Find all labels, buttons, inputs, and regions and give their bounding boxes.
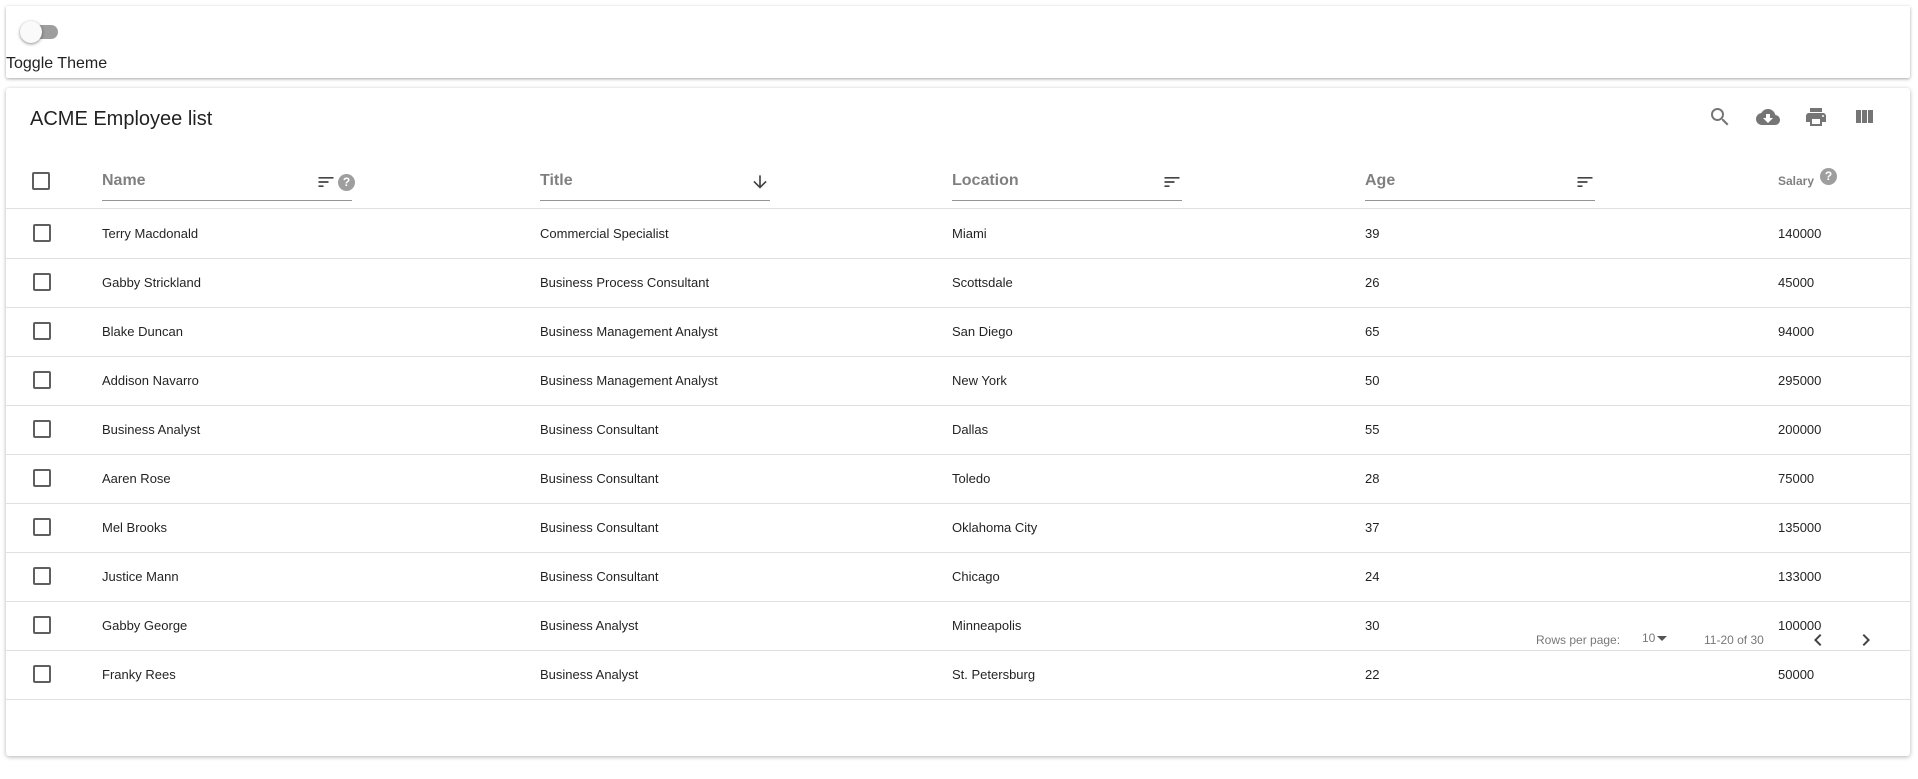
table-row[interactable]: Gabby Strickland Business Process Consult…	[6, 258, 1910, 308]
theme-toggle-switch[interactable]	[20, 20, 62, 44]
select-all-checkbox[interactable]	[32, 172, 50, 190]
header-underline	[102, 200, 352, 201]
header-underline	[540, 200, 770, 201]
row-checkbox[interactable]	[33, 224, 51, 242]
filter-list-icon[interactable]	[1162, 172, 1182, 192]
header-underline	[952, 200, 1182, 201]
chevron-left-icon	[1814, 634, 1822, 646]
cell-title: Business Consultant	[540, 569, 659, 584]
row-checkbox[interactable]	[33, 371, 51, 389]
table-row[interactable]: Terry Macdonald Commercial Specialist Miam…	[6, 209, 1910, 259]
cell-title: Business Consultant	[540, 520, 659, 535]
rows-per-page-select[interactable]: 10	[1642, 631, 1668, 645]
cell-salary: 133000	[1778, 569, 1822, 584]
cell-salary: 140000	[1778, 226, 1822, 241]
search-icon[interactable]	[1708, 105, 1732, 129]
table-row[interactable]: Business Analyst Business Consultant Dalla…	[6, 405, 1910, 455]
rows-per-page-value: 10	[1642, 631, 1656, 645]
toggle-thumb	[20, 21, 42, 43]
arrow-downward-icon[interactable]	[750, 172, 770, 192]
row-checkbox[interactable]	[33, 518, 51, 536]
cell-location: Chicago	[952, 569, 1000, 584]
column-header-label: Name	[102, 172, 146, 189]
cell-title: Commercial Specialist	[540, 226, 669, 241]
header-underline	[1365, 200, 1595, 201]
cell-location: San Diego	[952, 324, 1013, 339]
cell-name: Justice Mann	[102, 569, 179, 584]
cell-location: Toledo	[952, 471, 991, 486]
theme-bar: Toggle Theme	[6, 6, 1910, 78]
theme-toggle-label: Toggle Theme	[6, 55, 108, 72]
column-header-title[interactable]: Title	[540, 172, 770, 208]
cell-age: 24	[1365, 569, 1380, 584]
table-pagination: Rows per page: 10 11-20 of 30	[6, 610, 1910, 670]
cell-name: Addison Navarro	[102, 373, 199, 388]
previous-page-button[interactable]	[1804, 626, 1832, 654]
column-header-name[interactable]: Name ?	[102, 172, 355, 208]
rows-per-page-label: Rows per page:	[1536, 633, 1621, 647]
next-page-button[interactable]	[1852, 626, 1880, 654]
column-header-label: Title	[540, 172, 573, 189]
cell-salary: 135000	[1778, 520, 1822, 535]
help-icon[interactable]: ?	[338, 174, 355, 191]
cell-age: 50	[1365, 373, 1380, 388]
row-checkbox[interactable]	[33, 567, 51, 585]
column-header-label: Age	[1365, 172, 1396, 189]
filter-list-icon[interactable]	[316, 172, 336, 192]
cell-age: 39	[1365, 226, 1380, 241]
cell-location: Scottsdale	[952, 275, 1013, 290]
print-icon[interactable]	[1804, 105, 1828, 129]
row-checkbox[interactable]	[33, 469, 51, 487]
cell-name: Gabby Strickland	[102, 275, 201, 290]
cell-title: Business Management Analyst	[540, 373, 718, 388]
table-row[interactable]: Mel Brooks Business Consultant Oklahoma Ci…	[6, 503, 1910, 553]
cell-location: Miami	[952, 226, 987, 241]
cell-name: Mel Brooks	[102, 520, 168, 535]
cell-title: Business Process Consultant	[540, 275, 710, 290]
column-header-salary[interactable]: Salary ?	[1778, 168, 1868, 208]
cell-salary: 94000	[1778, 324, 1815, 339]
employee-table: ACME Employee list Name ? Title Location	[6, 88, 1910, 756]
cell-title: Business Consultant	[540, 471, 659, 486]
cell-name: Blake Duncan	[102, 324, 183, 339]
table-row[interactable]: Aaren Rose Business Consultant Toledo 28 750…	[6, 454, 1910, 504]
row-checkbox[interactable]	[33, 322, 51, 340]
cloud-download-icon[interactable]	[1756, 105, 1780, 129]
column-header-location[interactable]: Location	[952, 172, 1182, 208]
table-row[interactable]: Blake Duncan Business Management Analyst S…	[6, 307, 1910, 357]
filter-list-icon[interactable]	[1575, 172, 1595, 192]
cell-age: 65	[1365, 324, 1380, 339]
help-icon[interactable]: ?	[1820, 168, 1837, 185]
cell-salary: 45000	[1778, 275, 1815, 290]
cell-title: Business Management Analyst	[540, 324, 718, 339]
table-title: ACME Employee list	[30, 108, 213, 130]
cell-age: 26	[1365, 275, 1380, 290]
cell-age: 37	[1365, 520, 1380, 535]
column-header-age[interactable]: Age	[1365, 172, 1595, 208]
chevron-right-icon	[1862, 634, 1870, 646]
cell-location: Dallas	[952, 422, 989, 437]
row-checkbox[interactable]	[33, 420, 51, 438]
pagination-range: 11-20 of 30	[1704, 633, 1764, 647]
cell-salary: 295000	[1778, 373, 1822, 388]
cell-name: Aaren Rose	[102, 471, 171, 486]
table-row[interactable]: Addison Navarro Business Management Analy…	[6, 356, 1910, 406]
cell-title: Business Consultant	[540, 422, 659, 437]
cell-age: 55	[1365, 422, 1380, 437]
cell-location: New York	[952, 373, 1007, 388]
column-header-label: Salary	[1778, 174, 1815, 188]
row-checkbox[interactable]	[33, 273, 51, 291]
cell-age: 28	[1365, 471, 1380, 486]
cell-salary: 75000	[1778, 471, 1815, 486]
cell-name: Business Analyst	[102, 422, 201, 437]
column-header-label: Location	[952, 172, 1019, 189]
cell-location: Oklahoma City	[952, 520, 1038, 535]
cell-name: Terry Macdonald	[102, 226, 199, 241]
cell-salary: 200000	[1778, 422, 1822, 437]
table-row[interactable]: Justice Mann Business Consultant Chicago 24…	[6, 552, 1910, 602]
view-columns-icon[interactable]	[1852, 105, 1876, 129]
caret-down-icon	[1657, 636, 1668, 642]
